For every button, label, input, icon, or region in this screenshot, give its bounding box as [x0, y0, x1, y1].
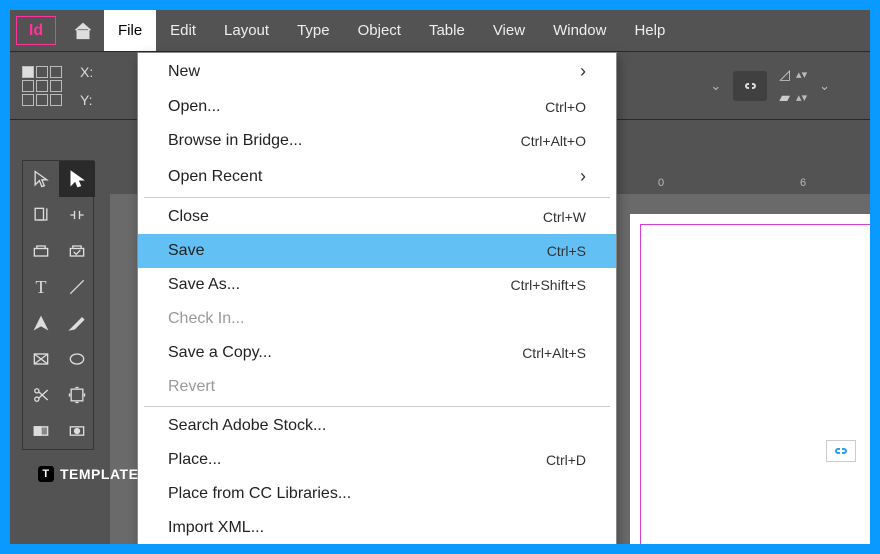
menu-item-label: Close [168, 208, 209, 226]
menu-item-label: New [168, 63, 200, 81]
xy-labels: X: Y: [80, 64, 93, 108]
home-icon [73, 21, 93, 41]
menu-item-label: Import XML... [168, 519, 264, 537]
pencil-tool[interactable] [59, 305, 95, 341]
menu-shortcut: Ctrl+S [547, 243, 586, 259]
margin-guide [640, 224, 870, 544]
stepper-icon[interactable]: ▴▾ [796, 68, 807, 81]
page-tool[interactable] [23, 197, 59, 233]
menu-layout[interactable]: Layout [210, 10, 283, 51]
menu-item-check-in: Check In... [138, 302, 616, 336]
menu-separator [144, 406, 610, 407]
menu-item-new[interactable]: New › [138, 53, 616, 90]
menu-shortcut: Ctrl+O [545, 99, 586, 115]
menu-item-place[interactable]: Place... Ctrl+D [138, 443, 616, 477]
menu-item-label: Revert [168, 378, 215, 396]
menu-item-save-a-copy[interactable]: Save a Copy... Ctrl+Alt+S [138, 336, 616, 370]
menu-item-label: Browse in Bridge... [168, 132, 302, 150]
line-tool[interactable] [59, 269, 95, 305]
link-badge[interactable] [826, 440, 856, 462]
app-logo[interactable]: Id [16, 16, 56, 45]
document-page[interactable] [630, 214, 870, 544]
menu-item-browse-in-bridge[interactable]: Browse in Bridge... Ctrl+Alt+O [138, 124, 616, 158]
control-bar-right: ⌄ ◿ ▴▾ ▰ ▴▾ ⌄ [710, 66, 830, 106]
menu-item-close[interactable]: Close Ctrl+W [138, 200, 616, 234]
file-menu-dropdown: New › Open... Ctrl+O Browse in Bridge... Ctrl… [137, 52, 617, 544]
menu-shortcut: Ctrl+Shift+S [511, 277, 586, 293]
tools-panel: T [22, 160, 94, 450]
rectangle-frame-tool[interactable] [23, 341, 59, 377]
menu-item-save[interactable]: Save Ctrl+S [138, 234, 616, 268]
watermark-net: .NET [138, 466, 172, 482]
selection-tool[interactable] [23, 161, 59, 197]
menu-item-label: Open Recent [168, 168, 262, 186]
menu-item-import-xml[interactable]: Import XML... [138, 511, 616, 544]
menu-shortcut: Ctrl+Alt+O [521, 133, 586, 149]
content-placer-tool[interactable] [59, 233, 95, 269]
free-transform-tool[interactable] [59, 377, 95, 413]
submenu-arrow-icon: › [580, 61, 586, 82]
menu-type[interactable]: Type [283, 10, 344, 51]
app-window: Id FileEditLayoutTypeObjectTableViewWind… [10, 10, 870, 544]
menu-help[interactable]: Help [620, 10, 679, 51]
app-logo-text: Id [29, 22, 43, 40]
shear-icon: ◿ [779, 66, 790, 83]
menu-item-label: Save [168, 242, 204, 260]
scissors-tool[interactable] [23, 377, 59, 413]
watermark-brand: TEMPLATE [60, 466, 138, 482]
gradient-swatch-tool[interactable] [23, 413, 59, 449]
menu-item-label: Place... [168, 451, 221, 469]
menu-item-label: Check In... [168, 310, 244, 328]
link-constrain-button[interactable] [733, 71, 767, 101]
menu-item-open[interactable]: Open... Ctrl+O [138, 90, 616, 124]
menu-item-label: Open... [168, 98, 220, 116]
menu-item-save-as[interactable]: Save As... Ctrl+Shift+S [138, 268, 616, 302]
menu-separator [144, 197, 610, 198]
menu-item-place-from-cc-libraries[interactable]: Place from CC Libraries... [138, 477, 616, 511]
reference-point-grid[interactable] [22, 66, 62, 106]
ruler-tick: 0 [658, 177, 664, 189]
menu-item-label: Save a Copy... [168, 344, 272, 362]
menu-view[interactable]: View [479, 10, 539, 51]
menubar: Id FileEditLayoutTypeObjectTableViewWind… [10, 10, 870, 52]
menu-file[interactable]: File [104, 10, 156, 51]
fill-swatch-icon: ▰ [779, 89, 790, 106]
gradient-feather-tool[interactable] [59, 413, 95, 449]
ellipse-tool[interactable] [59, 341, 95, 377]
watermark: T TEMPLATE.NET [38, 466, 172, 482]
menu-object[interactable]: Object [344, 10, 415, 51]
menu-item-label: Place from CC Libraries... [168, 485, 351, 503]
menu-items: FileEditLayoutTypeObjectTableViewWindowH… [104, 10, 679, 51]
gap-tool[interactable] [59, 197, 95, 233]
chevron-down-icon[interactable]: ⌄ [819, 78, 830, 94]
menu-window[interactable]: Window [539, 10, 620, 51]
home-button[interactable] [62, 10, 104, 51]
y-label: Y: [80, 92, 93, 108]
stepper-icon[interactable]: ▴▾ [796, 91, 807, 104]
submenu-arrow-icon: › [580, 166, 586, 187]
chain-icon [832, 445, 850, 457]
menu-item-revert: Revert [138, 370, 616, 404]
menu-shortcut: Ctrl+D [546, 452, 586, 468]
watermark-logo: T [38, 466, 54, 482]
menu-item-label: Save As... [168, 276, 240, 294]
menu-edit[interactable]: Edit [156, 10, 210, 51]
ruler-tick: 6 [800, 177, 806, 189]
direct-selection-tool[interactable] [59, 161, 95, 197]
menu-shortcut: Ctrl+Alt+S [522, 345, 586, 361]
pen-tool[interactable] [23, 305, 59, 341]
menu-item-search-adobe-stock[interactable]: Search Adobe Stock... [138, 409, 616, 443]
menu-table[interactable]: Table [415, 10, 479, 51]
menu-item-open-recent[interactable]: Open Recent › [138, 158, 616, 195]
type-tool[interactable]: T [23, 269, 59, 305]
x-label: X: [80, 64, 93, 80]
chain-icon [741, 80, 759, 92]
menu-shortcut: Ctrl+W [543, 209, 586, 225]
content-collector-tool[interactable] [23, 233, 59, 269]
chevron-down-icon[interactable]: ⌄ [710, 78, 721, 94]
menu-item-label: Search Adobe Stock... [168, 417, 326, 435]
